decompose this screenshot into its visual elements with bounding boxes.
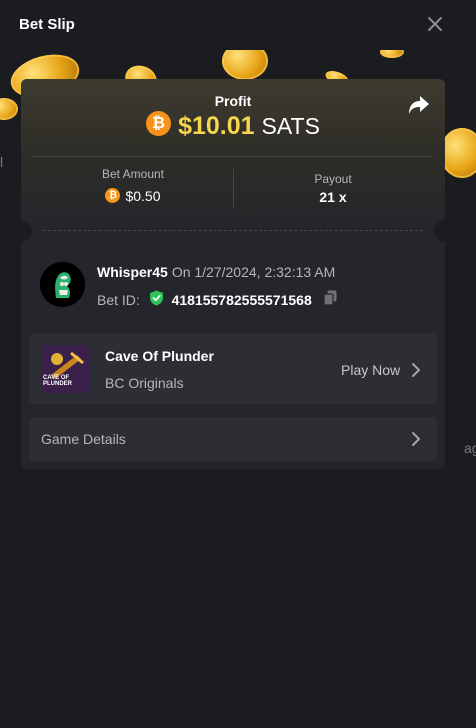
avatar[interactable] bbox=[40, 262, 85, 307]
payout-label: Payout bbox=[314, 172, 352, 186]
bet-amount-value: $0.50 bbox=[125, 187, 161, 204]
profit-section: Profit ₿ $10.01 SATS Bet Amount ₿ $0.50 Pay… bbox=[21, 79, 445, 221]
profit-label: Profit bbox=[214, 93, 252, 109]
bet-id-value: 418155782555571568 bbox=[171, 291, 312, 308]
copy-icon[interactable] bbox=[323, 290, 338, 309]
payout-value: 21 x bbox=[319, 189, 347, 205]
bet-slip-panel: Bet Slip Profit ₿ $10.01 SATS Bet Amount ₿… bbox=[0, 0, 476, 728]
shield-check-icon bbox=[149, 290, 164, 309]
game-thumbnail-text: CAVE OF PLUNDER bbox=[43, 375, 73, 387]
bet-amount-label: Bet Amount bbox=[101, 167, 165, 181]
bet-id-row: Bet ID: 418155782555571568 bbox=[97, 290, 338, 309]
bet-id-label: Bet ID: bbox=[97, 291, 140, 308]
play-now-link[interactable]: Play Now bbox=[341, 362, 400, 378]
bet-datetime: On 1/27/2024, 2:32:13 AM bbox=[171, 264, 336, 280]
game-card[interactable]: CAVE OF PLUNDER Cave Of Plunder BC Origi… bbox=[29, 333, 437, 404]
game-provider: BC Originals bbox=[105, 375, 184, 391]
background-edge-text: ag bbox=[464, 440, 476, 456]
page-title: Bet Slip bbox=[19, 16, 75, 33]
divider bbox=[33, 156, 433, 157]
bet-amount-row: ₿ $0.50 bbox=[61, 187, 205, 205]
game-details-label: Game Details bbox=[41, 431, 126, 447]
chevron-right-icon[interactable] bbox=[411, 431, 421, 452]
header: Bet Slip bbox=[0, 0, 476, 50]
ticket-notch-right bbox=[434, 220, 456, 242]
background-edge-text: l bbox=[0, 154, 4, 170]
username[interactable]: Whisper45 bbox=[97, 264, 168, 280]
profit-value: $10.01 bbox=[178, 112, 255, 140]
bitcoin-icon: ₿ bbox=[105, 188, 121, 204]
game-thumbnail: CAVE OF PLUNDER bbox=[41, 345, 89, 393]
close-icon[interactable] bbox=[424, 13, 446, 35]
user-row: Whisper45 On 1/27/2024, 2:32:13 AM bbox=[97, 264, 335, 280]
bitcoin-icon: ₿ bbox=[146, 111, 172, 136]
bet-card: Profit ₿ $10.01 SATS Bet Amount ₿ $0.50 Pay… bbox=[10, 79, 456, 469]
profit-row: ₿ $10.01 SATS bbox=[21, 111, 445, 141]
chevron-right-icon[interactable] bbox=[411, 362, 421, 383]
game-title: Cave Of Plunder bbox=[105, 348, 214, 364]
share-icon[interactable] bbox=[407, 94, 431, 116]
dashed-divider bbox=[43, 230, 423, 231]
vertical-divider bbox=[233, 169, 234, 209]
ticket-notch-left bbox=[10, 220, 32, 242]
game-details-row[interactable]: Game Details bbox=[29, 417, 437, 461]
profit-unit: SATS bbox=[261, 113, 320, 139]
